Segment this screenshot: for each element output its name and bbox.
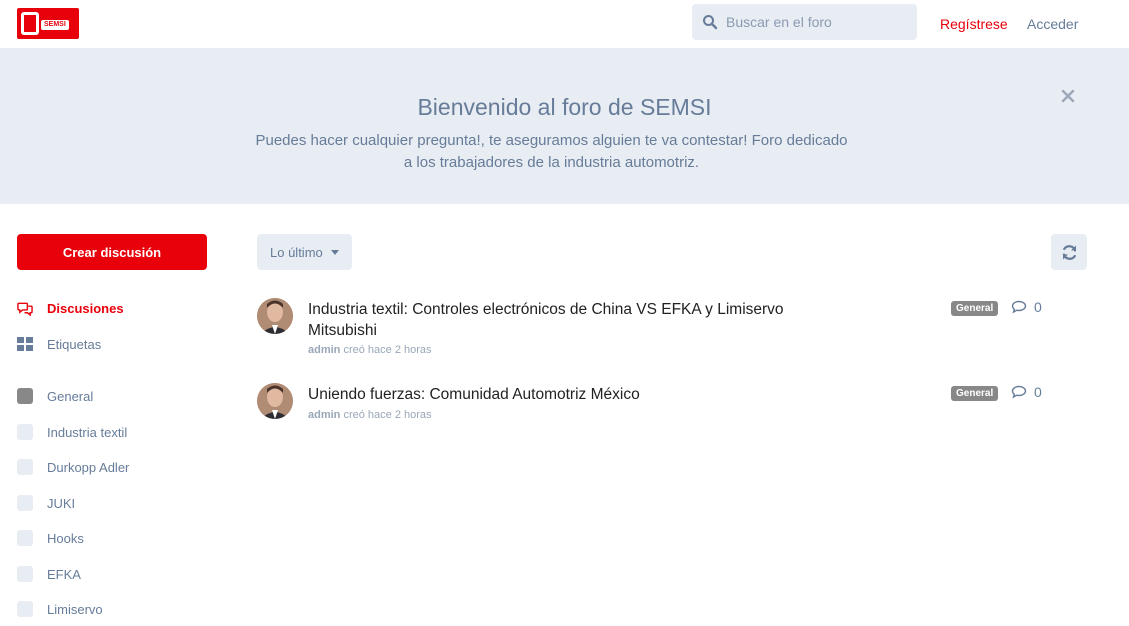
- discussion-author[interactable]: admin: [308, 409, 340, 421]
- tags-grid-icon: [17, 336, 33, 352]
- sidebar-tag-efka[interactable]: EFKA: [17, 564, 81, 584]
- tag-swatch: [17, 601, 33, 617]
- tag-swatch: [17, 388, 33, 404]
- site-logo[interactable]: SEMSI: [17, 8, 79, 39]
- reply-count: 0: [1011, 384, 1042, 400]
- search-icon: [703, 15, 718, 30]
- refresh-button[interactable]: [1051, 234, 1087, 270]
- tag-badge[interactable]: General: [951, 386, 999, 401]
- tag-swatch: [17, 530, 33, 546]
- sort-label: Lo último: [270, 244, 323, 260]
- hero-description: Puedes hacer cualquier pregunta!, te ase…: [255, 132, 848, 171]
- search-input[interactable]: [726, 14, 906, 30]
- sidebar-tag-juki[interactable]: JUKI: [17, 493, 75, 513]
- site-header: SEMSI Regístrese Acceder: [0, 0, 1129, 48]
- login-link[interactable]: Acceder: [1027, 16, 1078, 32]
- discussion-title[interactable]: Uniendo fuerzas: Comunidad Automotriz Mé…: [308, 384, 808, 405]
- tag-swatch: [17, 495, 33, 511]
- tag-label: General: [47, 388, 94, 404]
- chevron-down-icon: [330, 249, 339, 255]
- nav-item-discussions[interactable]: Discusiones: [17, 298, 124, 318]
- discussion-title[interactable]: Industria textil: Controles electrónicos…: [308, 299, 808, 341]
- comment-icon: [1011, 300, 1027, 314]
- tag-label: JUKI: [47, 495, 76, 511]
- discussion-meta: admin creó hace 2 horas: [308, 409, 432, 421]
- avatar[interactable]: [257, 298, 293, 334]
- nav-item-tags[interactable]: Etiquetas: [17, 334, 101, 354]
- signup-link[interactable]: Regístrese: [940, 16, 1008, 32]
- discussion-author[interactable]: admin: [308, 344, 340, 356]
- sort-dropdown[interactable]: Lo último: [257, 234, 352, 270]
- avatar[interactable]: [257, 383, 293, 419]
- reply-count: 0: [1011, 299, 1042, 315]
- nav-tags-label: Etiquetas: [47, 336, 102, 352]
- tag-swatch: [17, 566, 33, 582]
- close-icon[interactable]: [1060, 88, 1076, 104]
- tag-badge[interactable]: General: [951, 301, 999, 316]
- nav-discussions-label: Discusiones: [47, 300, 124, 316]
- sidebar-tag-durkopp-adler[interactable]: Durkopp Adler: [17, 457, 129, 477]
- hero-title: Bienvenido al foro de SEMSI: [417, 94, 712, 120]
- sidebar-tag-industria-textil[interactable]: Industria textil: [17, 422, 127, 442]
- sidebar-tag-hooks[interactable]: Hooks: [17, 528, 84, 548]
- search-box[interactable]: [692, 4, 917, 40]
- logo-mark: [21, 12, 39, 35]
- reply-count-value: 0: [1034, 299, 1042, 315]
- tag-label: Limiservo: [47, 601, 103, 617]
- tag-label: Hooks: [47, 530, 84, 546]
- refresh-icon: [1062, 244, 1076, 260]
- reply-count-value: 0: [1034, 384, 1042, 400]
- logo-text: SEMSI: [41, 20, 69, 30]
- comments-icon: [17, 300, 33, 316]
- tag-label: Industria textil: [47, 424, 128, 440]
- comment-icon: [1011, 385, 1027, 399]
- discussion-time: creó hace 2 horas: [343, 344, 432, 356]
- tag-label: EFKA: [47, 566, 81, 582]
- sidebar-tag-general[interactable]: General: [17, 386, 93, 406]
- tag-label: Durkopp Adler: [47, 459, 130, 475]
- new-discussion-button[interactable]: Crear discusión: [17, 234, 207, 270]
- discussion-meta: admin creó hace 2 horas: [308, 344, 432, 356]
- tag-swatch: [17, 424, 33, 440]
- discussion-time: creó hace 2 horas: [343, 409, 432, 421]
- tag-swatch: [17, 459, 33, 475]
- sidebar-tag-limiservo[interactable]: Limiservo: [17, 599, 103, 619]
- welcome-hero: Bienvenido al foro de SEMSI Puedes hacer…: [0, 48, 1129, 204]
